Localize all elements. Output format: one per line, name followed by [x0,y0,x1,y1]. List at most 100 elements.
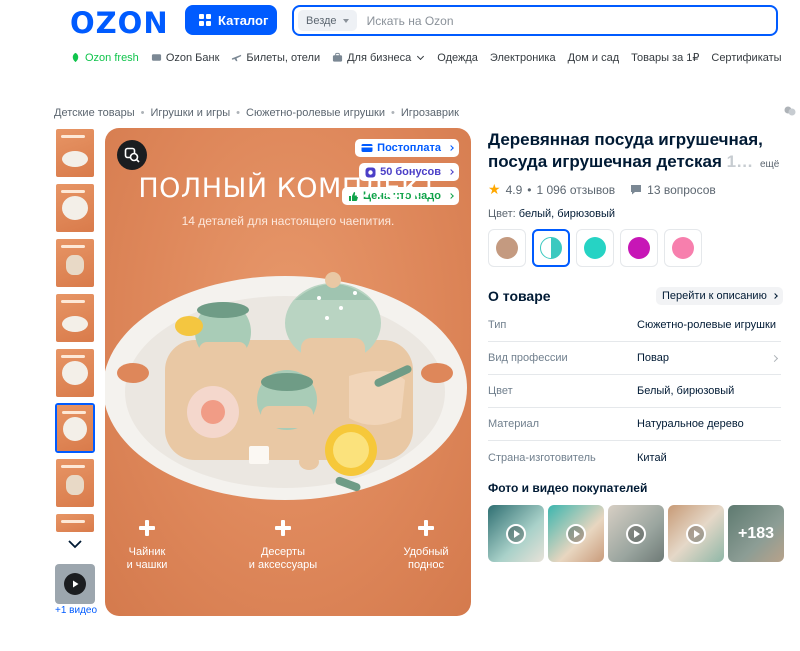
gallery-thumbnail[interactable] [55,238,95,288]
color-swatch-selected[interactable] [532,229,570,267]
nav-item-business[interactable]: Для бизнеса [332,52,425,64]
feature-line: Удобный [403,546,449,558]
briefcase-icon [333,52,343,62]
nav-item-label: Электроника [489,51,556,64]
spec-key: Вид профессии [488,352,568,364]
spec-value: Белый, бирюзовый [637,385,735,397]
gallery-thumbnail[interactable] [55,348,95,398]
breadcrumb-item[interactable]: Сюжетно-ролевые игрушки [246,107,385,119]
customer-photos-title: Фото и видео покупателей [488,481,648,495]
card-icon [361,144,373,152]
video-count-link[interactable]: +1 видео [55,605,97,616]
spec-key: Страна-изготовитель [488,451,596,464]
product-title-truncated: 1… [721,152,754,171]
spec-key: Тип [488,319,507,331]
spec-row[interactable]: Вид профессии Повар [488,342,781,375]
ozon-logo[interactable]: OZON [70,6,169,40]
about-section-title: О товаре [488,288,551,304]
spec-value: Натуральное дерево [637,418,744,430]
video-thumbnail[interactable] [55,564,95,604]
customer-video[interactable] [668,505,724,562]
chevron-right-icon [771,293,778,299]
nav-item-tickets[interactable]: Билеты, отели [231,52,320,64]
image-feature: Десерты и аксессуары [228,520,338,572]
feature-line: и чашки [126,559,168,571]
chevron-right-icon [770,354,779,362]
gallery-thumbnail[interactable] [55,128,95,178]
gallery-thumbnail[interactable] [55,293,95,343]
feature-line: Чайник [128,546,166,558]
leaf-icon [72,52,79,63]
postpay-badge[interactable]: Постоплата [355,139,459,157]
gallery-thumbnail[interactable] [55,513,95,533]
play-icon [506,523,526,544]
reviews-link[interactable]: 1 096 отзывов [536,183,615,197]
breadcrumb: Детские товары • Игрушки и игры • Сюжетн… [54,107,459,119]
plus-icon [418,520,434,536]
nav-item-certificates[interactable]: Сертификаты [711,52,781,64]
search-scope-select[interactable]: Везде [298,10,357,31]
image-feature: Удобный поднос [371,520,471,572]
spec-value: Китай [637,451,667,464]
thumbnails-scroll-down[interactable] [55,534,95,554]
color-swatch[interactable] [576,229,614,267]
breadcrumb-separator: • [140,107,145,119]
go-to-description-label: Перейти к описанию [662,290,767,302]
spec-row: Материал Натуральное дерево [488,408,781,441]
product-title-line: Деревянная посуда игрушечная, [488,130,763,149]
spec-row: Цвет Белый, бирюзовый [488,375,781,408]
customer-photos-more[interactable]: +183 [728,505,784,562]
breadcrumb-item[interactable]: Игрушки и игры [151,107,231,119]
image-subheadline: 14 деталей для настоящего чаепития. [181,214,395,228]
title-expand-link[interactable]: ещё [760,159,779,170]
breadcrumb-item[interactable]: Детские товары [54,107,135,119]
plane-icon [232,54,242,62]
specs-table: Тип Сюжетно-ролевые игрушки Вид професси… [488,309,781,474]
nav-item-ozon-bank[interactable]: Ozon Банк [151,52,219,64]
nav-item-label: Товары за 1₽ [631,52,700,64]
rating-separator: • [527,182,532,197]
gallery-thumbnail[interactable] [55,458,95,508]
plus-icon [139,520,155,536]
nav-item-one-ruble[interactable]: Товары за 1₽ [631,51,699,64]
gallery-thumbnail-active[interactable] [55,403,95,453]
spec-value: Сюжетно-ролевые игрушки [637,319,776,331]
plus-icon [275,520,291,536]
product-title: Деревянная посуда игрушечная, посуда игр… [488,129,778,173]
image-feature: Чайник и чашки [105,520,202,572]
product-main-image[interactable]: Постоплата 50 бонусов Цена что надо ПОЛН… [105,128,471,616]
play-icon [64,573,86,595]
play-icon [566,523,586,544]
catalog-button[interactable]: Каталог [185,5,277,35]
nav-item-ozon-fresh[interactable]: Ozon fresh [70,52,139,64]
grid-icon [199,14,211,26]
chevron-down-icon [68,540,82,549]
nav-item-clothes[interactable]: Одежда [437,52,478,64]
catalog-button-label: Каталог [218,12,269,28]
spec-key: Материал [488,418,539,430]
nav-item-electronics[interactable]: Электроника [490,52,556,64]
customer-video[interactable] [608,505,664,562]
play-icon [686,523,706,544]
breadcrumb-item[interactable]: Игрозаврик [401,107,459,119]
color-swatch[interactable] [488,229,526,267]
color-label-key: Цвет: [488,208,516,220]
questions-link[interactable]: 13 вопросов [647,183,716,197]
color-swatch[interactable] [620,229,658,267]
card-icon [151,54,161,61]
share-icon[interactable] [784,105,796,117]
go-to-description-button[interactable]: Перейти к описанию [656,287,783,305]
customer-video[interactable] [548,505,604,562]
star-icon: ★ [488,181,501,197]
nav-item-label: Одежда [437,51,478,64]
color-swatch[interactable] [664,229,702,267]
gallery-thumbnail[interactable] [55,183,95,233]
nav-item-home-garden[interactable]: Дом и сад [568,52,620,64]
image-search-icon[interactable] [117,140,147,170]
spec-row: Тип Сюжетно-ролевые игрушки [488,309,781,342]
breadcrumb-separator: • [236,107,241,119]
spec-key: Цвет [488,385,513,397]
color-swatches [488,229,702,267]
customer-video[interactable] [488,505,544,562]
search-input[interactable] [366,13,776,28]
